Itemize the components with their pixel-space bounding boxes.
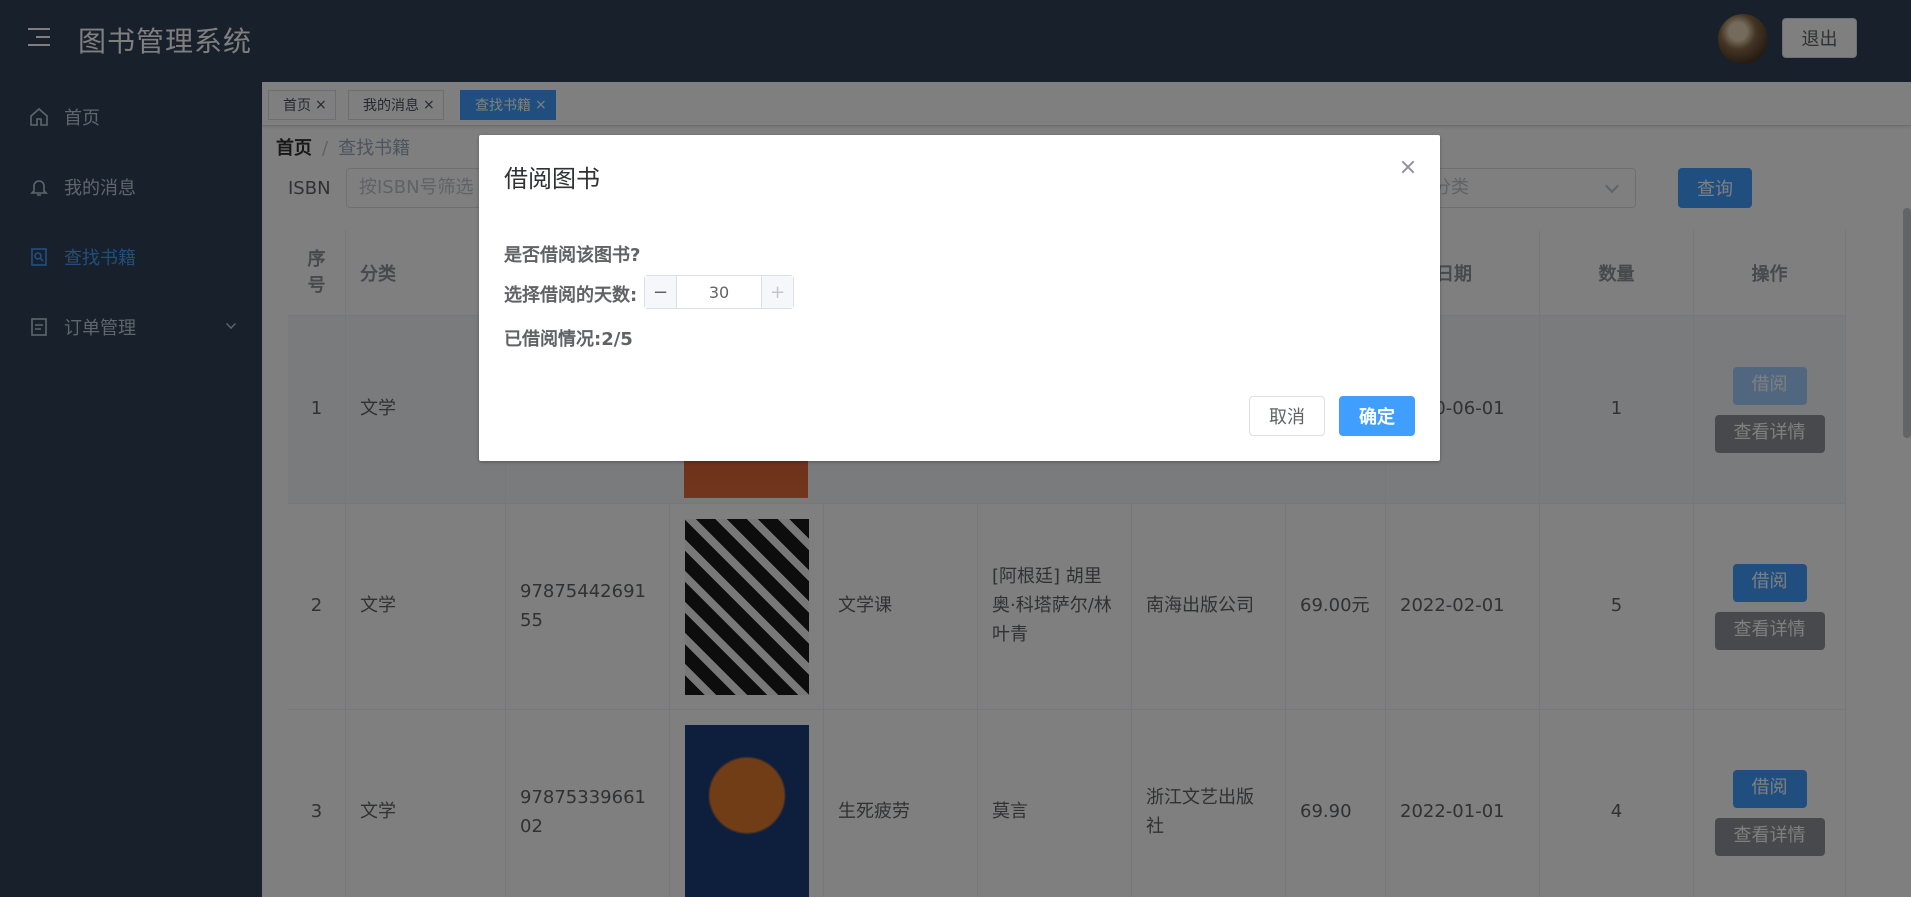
days-label: 选择借阅的天数: (504, 285, 638, 306)
close-icon[interactable] (1400, 159, 1416, 175)
borrow-status: 已借阅情况:2/5 (504, 329, 633, 350)
decrement-button[interactable]: − (645, 276, 677, 308)
days-input[interactable]: 30 (677, 276, 761, 308)
cancel-button[interactable]: 取消 (1249, 396, 1325, 436)
confirm-button[interactable]: 确定 (1339, 396, 1415, 436)
days-stepper[interactable]: − 30 + (644, 275, 794, 309)
dialog-question: 是否借阅该图书? (504, 245, 641, 266)
borrow-dialog: 借阅图书 是否借阅该图书? 选择借阅的天数: − 30 + 已借阅情况:2/5 … (479, 135, 1440, 461)
increment-button[interactable]: + (761, 276, 793, 308)
dialog-title: 借阅图书 (504, 165, 600, 193)
